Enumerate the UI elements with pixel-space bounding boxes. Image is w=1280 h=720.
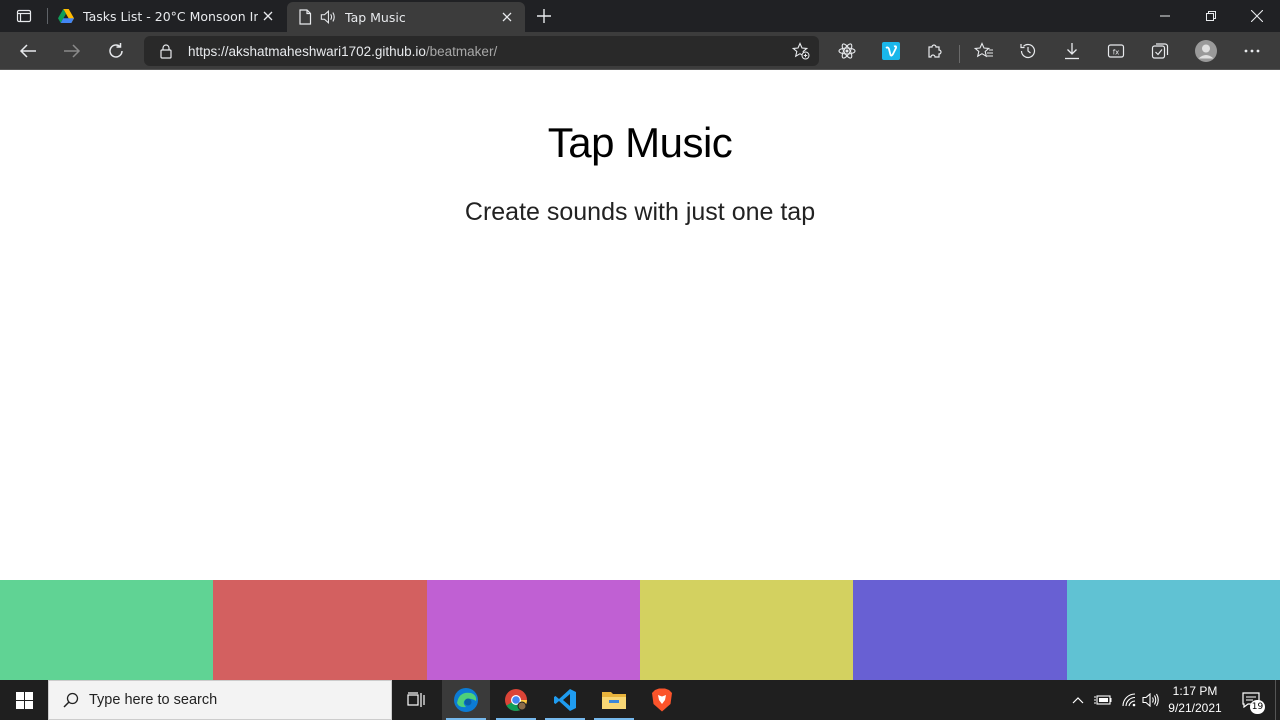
extension-vimeo-icon[interactable] — [875, 35, 907, 67]
page-title: Tap Music — [547, 119, 733, 166]
sound-pad-1[interactable] — [0, 580, 214, 680]
page-icon — [297, 9, 313, 25]
tab-actions-icon[interactable] — [10, 6, 38, 26]
sound-pad-3[interactable] — [426, 580, 640, 680]
tab-tasks-list[interactable]: Tasks List - 20°C Monsoon Intern — [48, 0, 286, 32]
windows-taskbar: Type here to search 1:17 PM 9/21/2021 19 — [0, 680, 1280, 720]
history-icon[interactable] — [1012, 35, 1044, 67]
volume-icon[interactable] — [1140, 680, 1162, 720]
web-page: Tap Music Create sounds with just one ta… — [0, 71, 1280, 680]
extension-react-icon[interactable] — [831, 35, 863, 67]
tab-tap-music[interactable]: Tap Music — [287, 2, 525, 32]
profile-avatar-icon[interactable] — [1190, 35, 1222, 67]
svg-text:fx: fx — [1113, 49, 1120, 57]
windows-start-icon[interactable] — [0, 680, 48, 720]
google-drive-icon — [58, 8, 74, 24]
add-favorite-icon[interactable] — [791, 41, 811, 61]
notification-center-icon[interactable]: 19 — [1234, 680, 1268, 720]
sound-pad-2[interactable] — [213, 580, 427, 680]
browser-toolbar: https://akshatmaheshwari1702.github.io/b… — [0, 32, 1280, 70]
favorites-icon[interactable] — [968, 35, 1000, 67]
notification-badge: 19 — [1250, 700, 1265, 714]
speaker-icon[interactable] — [320, 9, 336, 25]
browser-tab-strip: Tasks List - 20°C Monsoon Intern Tap Mus… — [0, 0, 1280, 32]
wifi-icon[interactable] — [1118, 680, 1140, 720]
battery-icon[interactable] — [1092, 680, 1114, 720]
task-view-icon[interactable] — [392, 680, 440, 720]
sound-pad-4[interactable] — [639, 580, 854, 680]
sound-pad-6[interactable] — [1066, 580, 1280, 680]
forward-icon[interactable] — [56, 35, 88, 67]
window-close-icon[interactable] — [1234, 0, 1280, 32]
tab-title: Tap Music — [345, 9, 406, 25]
more-options-icon[interactable] — [1236, 35, 1268, 67]
collections-icon[interactable] — [1144, 35, 1176, 67]
taskbar-search-box[interactable]: Type here to search — [48, 680, 392, 720]
sound-pads — [0, 580, 1280, 680]
sound-pad-5[interactable] — [853, 580, 1067, 680]
downloads-icon[interactable] — [1056, 35, 1088, 67]
new-tab-icon[interactable] — [532, 4, 556, 28]
brave-icon[interactable] — [638, 680, 686, 720]
toolbar-separator — [959, 45, 960, 63]
back-icon[interactable] — [12, 35, 44, 67]
lock-icon[interactable] — [158, 43, 174, 59]
tab-close-icon[interactable] — [497, 7, 517, 27]
restore-icon[interactable] — [1188, 0, 1234, 32]
tab-close-icon[interactable] — [258, 6, 278, 26]
clock-date: 9/21/2021 — [1168, 701, 1222, 715]
minimize-icon[interactable] — [1142, 0, 1188, 32]
show-hidden-icons-icon[interactable] — [1068, 680, 1088, 720]
page-subtitle: Create sounds with just one tap — [464, 198, 816, 226]
chrome-icon[interactable] — [492, 680, 540, 720]
url-path: /beatmaker/ — [425, 43, 498, 59]
url-host: https://akshatmaheshwari1702.github.io — [188, 43, 426, 59]
taskbar-clock[interactable]: 1:17 PM 9/21/2021 — [1164, 683, 1226, 717]
search-icon — [61, 690, 81, 710]
show-desktop-button[interactable] — [1275, 680, 1280, 720]
search-placeholder: Type here to search — [89, 692, 218, 708]
vscode-icon[interactable] — [541, 680, 589, 720]
extensions-icon[interactable] — [919, 35, 951, 67]
url-text[interactable]: https://akshatmaheshwari1702.github.io/b… — [188, 44, 497, 59]
tab-title: Tasks List - 20°C Monsoon Intern — [83, 8, 258, 24]
math-solver-icon[interactable]: fx — [1100, 35, 1132, 67]
address-bar[interactable]: https://akshatmaheshwari1702.github.io/b… — [144, 36, 819, 66]
refresh-icon[interactable] — [100, 35, 132, 67]
clock-time: 1:17 PM — [1172, 684, 1218, 698]
file-explorer-icon[interactable] — [590, 680, 638, 720]
edge-browser-icon[interactable] — [442, 680, 490, 720]
